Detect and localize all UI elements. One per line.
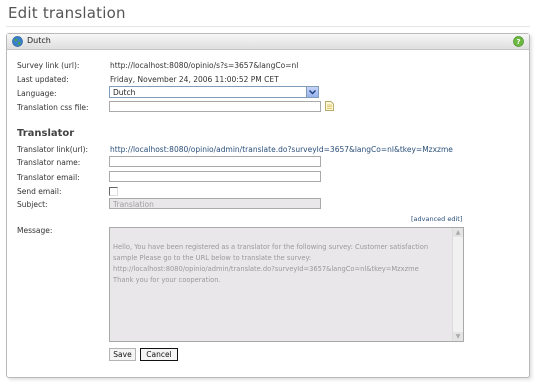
- send-email-checkbox[interactable]: [109, 187, 118, 196]
- translator-name-label: Translator name:: [17, 158, 81, 167]
- cancel-button[interactable]: Cancel: [140, 348, 178, 361]
- panel-header: Dutch ?: [7, 34, 529, 50]
- chevron-down-icon[interactable]: [306, 87, 318, 97]
- translation-panel: Dutch ? Survey link (url): http://localh…: [6, 33, 530, 378]
- message-scrollbar[interactable]: ▲ ▼: [452, 228, 463, 341]
- survey-link-label: Survey link (url):: [17, 61, 80, 70]
- language-select-value: Dutch: [113, 88, 136, 97]
- translator-link-value[interactable]: http://localhost:8080/opinio/admin/trans…: [110, 145, 453, 154]
- svg-text:?: ?: [516, 37, 520, 46]
- message-textarea[interactable]: Hello, You have been registered as a tra…: [109, 227, 464, 342]
- page-title: Edit translation: [8, 4, 126, 22]
- message-label: Message:: [17, 226, 53, 235]
- subject-input[interactable]: Translation: [109, 198, 321, 209]
- advanced-edit-link[interactable]: [advanced edit]: [411, 215, 462, 223]
- send-email-label: Send email:: [17, 187, 62, 196]
- scroll-down-icon[interactable]: ▼: [453, 332, 463, 341]
- panel-title: Dutch: [27, 36, 51, 45]
- survey-link-value: http://localhost:8080/opinio/s?s=3657&la…: [110, 61, 299, 70]
- translator-name-input[interactable]: [109, 156, 321, 167]
- save-button[interactable]: Save: [109, 348, 136, 361]
- scroll-up-icon[interactable]: ▲: [453, 228, 463, 237]
- language-label: Language:: [17, 89, 57, 98]
- css-file-input[interactable]: [109, 101, 321, 112]
- last-updated-value: Friday, November 24, 2006 11:00:52 PM CE…: [110, 75, 279, 84]
- translator-email-label: Translator email:: [17, 173, 80, 182]
- css-file-label: Translation css file:: [17, 103, 89, 112]
- language-select[interactable]: Dutch: [109, 86, 319, 98]
- help-icon[interactable]: ?: [513, 36, 524, 47]
- globe-icon: [12, 36, 23, 47]
- title-divider: [6, 26, 530, 27]
- subject-label: Subject:: [17, 200, 48, 209]
- translator-heading: Translator: [17, 128, 75, 139]
- file-browse-icon[interactable]: [325, 101, 334, 111]
- message-text: Hello, You have been registered as a tra…: [113, 243, 429, 284]
- translator-link-label: Translator link(url):: [17, 145, 89, 154]
- translator-email-input[interactable]: [109, 171, 321, 182]
- last-updated-label: Last updated:: [17, 75, 69, 84]
